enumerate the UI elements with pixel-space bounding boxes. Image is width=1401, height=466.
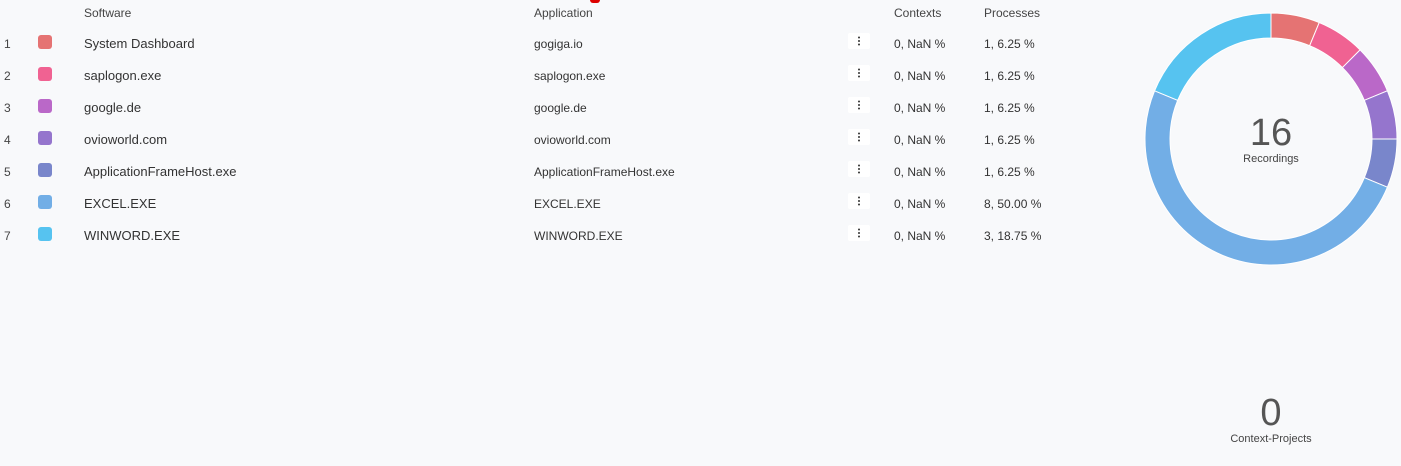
table-row[interactable]: 6 EXCEL.EXE EXCEL.EXE 0, NaN % 8, 50.00 …: [0, 189, 1090, 221]
context-projects-count: 0: [1260, 392, 1282, 434]
more-vertical-icon[interactable]: [848, 129, 870, 145]
red-indicator: [590, 0, 600, 3]
more-vertical-icon[interactable]: [848, 33, 870, 49]
contexts-value: 0, NaN %: [894, 165, 946, 179]
contexts-value: 0, NaN %: [894, 133, 946, 147]
more-vertical-icon[interactable]: [848, 193, 870, 209]
row-index: 7: [4, 229, 11, 243]
software-name: saplogon.exe: [84, 68, 162, 83]
software-name: google.de: [84, 100, 142, 115]
color-swatch: [38, 195, 52, 209]
row-index: 3: [4, 101, 11, 115]
more-vertical-icon[interactable]: [848, 161, 870, 177]
software-name: ovioworld.com: [84, 132, 168, 147]
contexts-value: 0, NaN %: [894, 101, 946, 115]
table-row[interactable]: 5 ApplicationFrameHost.exe ApplicationFr…: [0, 157, 1090, 189]
processes-value: 1, 6.25 %: [984, 69, 1035, 83]
header-application[interactable]: Application: [534, 6, 593, 20]
color-swatch: [38, 131, 52, 145]
application-name: WINWORD.EXE: [534, 229, 623, 243]
processes-value: 1, 6.25 %: [984, 101, 1035, 115]
contexts-value: 0, NaN %: [894, 197, 946, 211]
row-index: 5: [4, 165, 11, 179]
donut-slice-ovioworld-com[interactable]: [1363, 90, 1398, 140]
recordings-count: 16: [1249, 112, 1293, 154]
software-name: ApplicationFrameHost.exe: [84, 164, 237, 179]
color-swatch: [38, 227, 52, 241]
software-name: WINWORD.EXE: [84, 228, 181, 243]
contexts-value: 0, NaN %: [894, 37, 946, 51]
contexts-value: 0, NaN %: [894, 69, 946, 83]
software-name: EXCEL.EXE: [84, 196, 157, 211]
application-name: saplogon.exe: [534, 69, 606, 83]
donut-slice-winword-exe[interactable]: [1153, 12, 1272, 102]
color-swatch: [38, 67, 52, 81]
application-name: EXCEL.EXE: [534, 197, 601, 211]
table-row[interactable]: 4 ovioworld.com ovioworld.com 0, NaN % 1…: [0, 125, 1090, 157]
color-swatch: [38, 35, 52, 49]
header-contexts[interactable]: Contexts: [894, 6, 941, 20]
application-name: ovioworld.com: [534, 133, 611, 147]
processes-value: 1, 6.25 %: [984, 133, 1035, 147]
context-projects-label: Context-Projects: [1230, 433, 1312, 445]
more-vertical-icon[interactable]: [848, 65, 870, 81]
row-index: 1: [4, 37, 11, 51]
color-swatch: [38, 99, 52, 113]
table-row[interactable]: 7 WINWORD.EXE WINWORD.EXE 0, NaN % 3, 18…: [0, 221, 1090, 253]
software-name: System Dashboard: [84, 36, 195, 51]
processes-value: 1, 6.25 %: [984, 165, 1035, 179]
table-row[interactable]: 3 google.de google.de 0, NaN % 1, 6.25 %: [0, 93, 1090, 125]
application-name: google.de: [534, 101, 587, 115]
contexts-value: 0, NaN %: [894, 229, 946, 243]
table-header: Software Application Contexts Processes: [0, 6, 1090, 22]
software-usage-panel: Software Application Contexts Processes …: [0, 0, 1401, 466]
table-row[interactable]: 2 saplogon.exe saplogon.exe 0, NaN % 1, …: [0, 61, 1090, 93]
row-index: 2: [4, 69, 11, 83]
more-vertical-icon[interactable]: [848, 97, 870, 113]
header-software[interactable]: Software: [84, 6, 131, 20]
processes-value: 8, 50.00 %: [984, 197, 1042, 211]
more-vertical-icon[interactable]: [848, 225, 870, 241]
row-index: 4: [4, 133, 11, 147]
processes-value: 1, 6.25 %: [984, 37, 1035, 51]
application-name: gogiga.io: [534, 37, 583, 51]
color-swatch: [38, 163, 52, 177]
recordings-label: Recordings: [1243, 153, 1299, 165]
application-name: ApplicationFrameHost.exe: [534, 165, 675, 179]
header-processes[interactable]: Processes: [984, 6, 1040, 20]
table-row[interactable]: 1 System Dashboard gogiga.io 0, NaN % 1,…: [0, 29, 1090, 61]
row-index: 6: [4, 197, 11, 211]
processes-value: 3, 18.75 %: [984, 229, 1042, 243]
